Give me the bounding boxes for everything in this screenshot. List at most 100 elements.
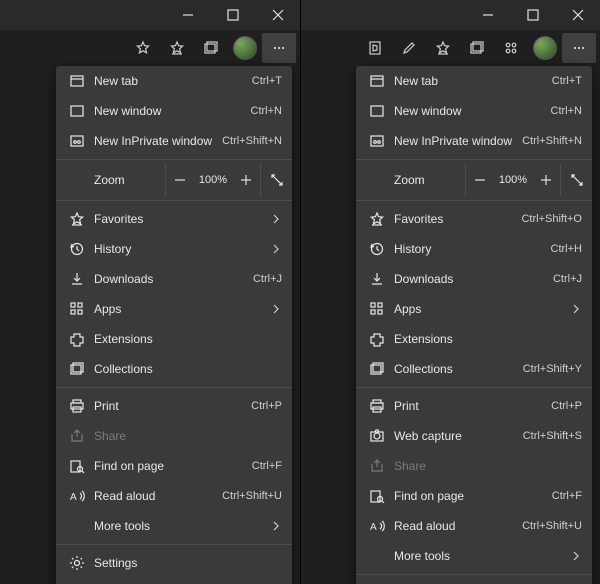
new-window-icon — [66, 103, 88, 119]
menu-zoom: Zoom 100% — [56, 163, 292, 197]
toolbar-left — [0, 30, 300, 66]
print-icon — [366, 398, 388, 414]
menu-extensions[interactable]: Extensions — [56, 324, 292, 354]
avatar-icon — [233, 36, 257, 60]
zoom-label: Zoom — [56, 173, 165, 187]
more-button[interactable] — [262, 33, 296, 63]
menu-settings[interactable]: Settings — [56, 548, 292, 578]
extensions-icon — [66, 331, 88, 347]
read-aloud-icon — [66, 488, 88, 504]
download-icon — [66, 271, 88, 287]
menu-share: Share — [356, 451, 592, 481]
favorites-star-icon — [366, 211, 388, 227]
menu-new-inprivate[interactable]: New InPrivate window Ctrl+Shift+N — [356, 126, 592, 156]
new-tab-icon — [366, 73, 388, 89]
favorite-this-page-icon[interactable] — [126, 33, 160, 63]
menu-favorites[interactable]: Favorites Ctrl+Shift+O — [356, 204, 592, 234]
menu-history[interactable]: History — [56, 234, 292, 264]
menu-new-window[interactable]: New window Ctrl+N — [56, 96, 292, 126]
fullscreen-button[interactable] — [560, 163, 592, 197]
minimize-button[interactable] — [165, 0, 210, 30]
close-button[interactable] — [255, 0, 300, 30]
menu-new-tab[interactable]: New tab Ctrl+T — [356, 66, 592, 96]
maximize-button[interactable] — [510, 0, 555, 30]
menu-more-tools[interactable]: More tools — [56, 511, 292, 541]
download-icon — [366, 271, 388, 287]
window-left: New tab Ctrl+T New window Ctrl+N New InP… — [0, 0, 300, 584]
history-icon — [66, 241, 88, 257]
close-button[interactable] — [555, 0, 600, 30]
zoom-out-button[interactable] — [166, 163, 194, 197]
menu-find[interactable]: Find on page Ctrl+F — [56, 451, 292, 481]
zoom-out-button[interactable] — [466, 163, 494, 197]
menu-collections[interactable]: Collections — [56, 354, 292, 384]
separator — [56, 159, 292, 160]
menu-more-tools[interactable]: More tools — [356, 541, 592, 571]
find-icon — [366, 488, 388, 504]
menu-share: Share — [56, 421, 292, 451]
chevron-right-icon — [268, 211, 282, 227]
inprivate-icon — [66, 133, 88, 149]
menu-settings[interactable]: Settings — [356, 578, 592, 584]
favorites-icon[interactable] — [426, 33, 460, 63]
zoom-value: 100% — [494, 174, 532, 186]
collections-menu-icon — [366, 361, 388, 377]
find-icon — [66, 458, 88, 474]
web-capture-icon — [366, 428, 388, 444]
profile-avatar[interactable] — [528, 33, 562, 63]
more-button[interactable] — [562, 33, 596, 63]
extensions-toolbar-icon[interactable] — [494, 33, 528, 63]
favorites-star-icon — [66, 211, 88, 227]
collections-icon[interactable] — [460, 33, 494, 63]
profile-avatar[interactable] — [228, 33, 262, 63]
zoom-in-button[interactable] — [532, 163, 560, 197]
menu-favorites[interactable]: Favorites — [56, 204, 292, 234]
apps-icon — [366, 301, 388, 317]
favorites-icon[interactable] — [160, 33, 194, 63]
menu-downloads[interactable]: Downloads Ctrl+J — [56, 264, 292, 294]
menu-shortcut: Ctrl+T — [252, 75, 282, 87]
window-right: New tab Ctrl+T New window Ctrl+N New InP… — [300, 0, 600, 584]
menu-new-tab[interactable]: New tab Ctrl+T — [56, 66, 292, 96]
menu-new-inprivate[interactable]: New InPrivate window Ctrl+Shift+N — [56, 126, 292, 156]
settings-menu-left: New tab Ctrl+T New window Ctrl+N New InP… — [56, 66, 292, 584]
titlebar-left — [0, 0, 300, 30]
inprivate-icon — [366, 133, 388, 149]
collections-icon[interactable] — [194, 33, 228, 63]
apps-icon — [66, 301, 88, 317]
minimize-button[interactable] — [465, 0, 510, 30]
highlighter-icon[interactable] — [392, 33, 426, 63]
share-icon — [66, 428, 88, 444]
maximize-button[interactable] — [210, 0, 255, 30]
menu-apps[interactable]: Apps — [56, 294, 292, 324]
menu-find[interactable]: Find on page Ctrl+F — [356, 481, 592, 511]
collections-menu-icon — [66, 361, 88, 377]
menu-collections[interactable]: Collections Ctrl+Shift+Y — [356, 354, 592, 384]
new-tab-icon — [66, 73, 88, 89]
zoom-in-button[interactable] — [232, 163, 260, 197]
print-icon — [66, 398, 88, 414]
new-window-icon — [366, 103, 388, 119]
menu-print[interactable]: Print Ctrl+P — [56, 391, 292, 421]
menu-read-aloud[interactable]: Read aloud Ctrl+Shift+U — [356, 511, 592, 541]
menu-print[interactable]: Print Ctrl+P — [356, 391, 592, 421]
menu-label: New tab — [88, 74, 252, 88]
fullscreen-button[interactable] — [260, 163, 292, 197]
gear-icon — [66, 555, 88, 571]
office-icon[interactable] — [358, 33, 392, 63]
menu-extensions[interactable]: Extensions — [356, 324, 592, 354]
toolbar-right — [301, 30, 600, 66]
menu-apps[interactable]: Apps — [356, 294, 592, 324]
history-icon — [366, 241, 388, 257]
read-aloud-icon — [366, 518, 388, 534]
menu-web-capture[interactable]: Web capture Ctrl+Shift+S — [356, 421, 592, 451]
menu-history[interactable]: History Ctrl+H — [356, 234, 592, 264]
menu-new-window[interactable]: New window Ctrl+N — [356, 96, 592, 126]
zoom-value: 100% — [194, 174, 232, 186]
extensions-icon — [366, 331, 388, 347]
menu-downloads[interactable]: Downloads Ctrl+J — [356, 264, 592, 294]
menu-read-aloud[interactable]: Read aloud Ctrl+Shift+U — [56, 481, 292, 511]
menu-zoom: Zoom 100% — [356, 163, 592, 197]
menu-help[interactable]: Help and feedback — [56, 578, 292, 584]
titlebar-right — [301, 0, 600, 30]
